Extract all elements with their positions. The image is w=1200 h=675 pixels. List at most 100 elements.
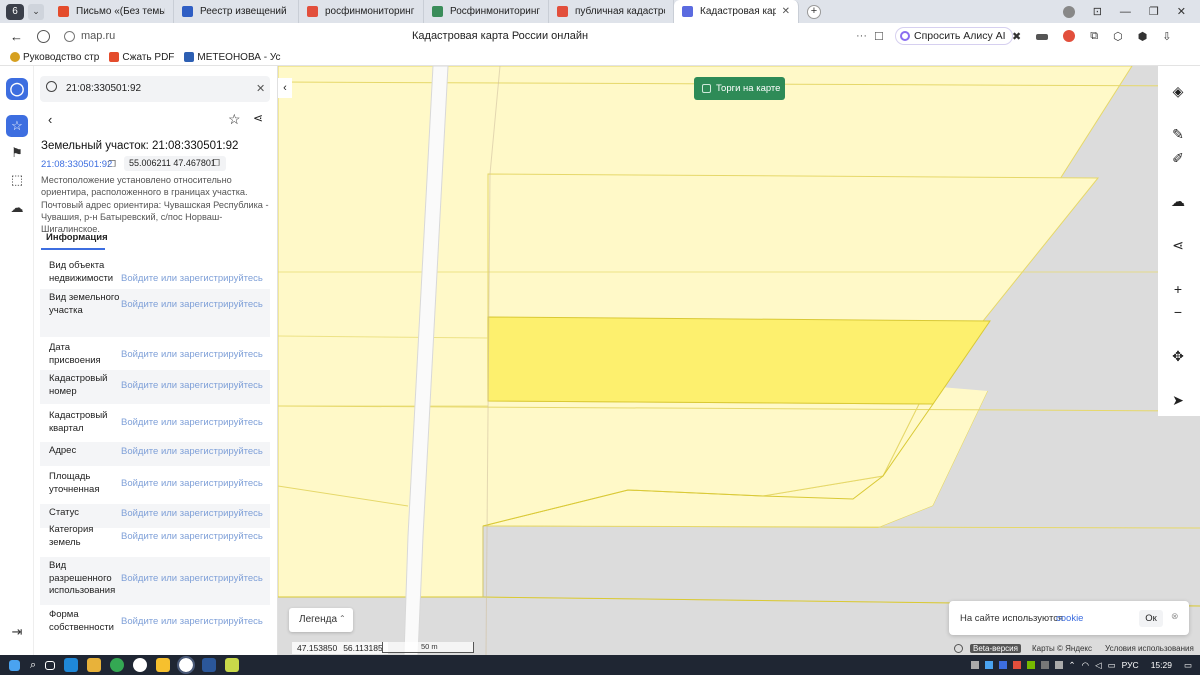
app-icon[interactable]	[87, 658, 102, 672]
locate-icon[interactable]: ➤	[1163, 385, 1193, 415]
clear-icon[interactable]: ✕	[256, 82, 265, 95]
cookie-close-icon[interactable]: ⊗	[1171, 611, 1179, 622]
tray-icon[interactable]	[998, 661, 1007, 669]
row-value-link[interactable]: Войдите или зарегистрируйтесь	[121, 446, 263, 457]
attribution[interactable]: Карты © Яндекс	[1032, 644, 1092, 653]
app-icon[interactable]	[64, 658, 79, 672]
language-indicator[interactable]: РУС	[1122, 660, 1139, 670]
layers-icon[interactable]: ◈	[1163, 76, 1193, 106]
legend-button[interactable]: Легенда ⌃	[289, 608, 353, 632]
bookmark-item[interactable]: Сжать PDF	[109, 52, 174, 63]
login-icon[interactable]: ⇥	[6, 621, 28, 643]
coords-chip[interactable]: 55.006211 47.467801 ❐	[124, 156, 226, 171]
row-value-link[interactable]: Войдите или зарегистрируйтесь	[121, 573, 263, 584]
search-icon[interactable]: ⌕	[30, 659, 36, 672]
tray-icon[interactable]	[1026, 661, 1035, 669]
bookmark-item[interactable]: Руководство стр	[10, 52, 99, 63]
row-value-link[interactable]: Войдите или зарегистрируйтесь	[121, 616, 263, 627]
task-view-icon[interactable]	[45, 660, 56, 670]
cookie-ok-button[interactable]: Ок	[1139, 610, 1163, 627]
notifications-icon[interactable]: ▭	[1184, 660, 1192, 671]
puzzle-icon[interactable]: ⧉	[1090, 30, 1098, 43]
favorite-star-icon[interactable]: ☆	[228, 111, 241, 128]
windows-start-icon[interactable]	[9, 659, 20, 671]
app-icon[interactable]	[177, 656, 196, 674]
row-value-link[interactable]: Войдите или зарегистрируйтесь	[121, 531, 263, 542]
row-value-link[interactable]: Войдите или зарегистрируйтесь	[121, 417, 263, 428]
chevron-up-icon[interactable]: ⌃	[1069, 660, 1076, 671]
app-icon[interactable]	[156, 658, 171, 672]
close-tab-icon[interactable]: ✕	[776, 6, 790, 17]
zoom-out-icon[interactable]: −	[1163, 297, 1193, 327]
share-icon[interactable]: ⋖	[253, 111, 263, 125]
row-value-link[interactable]: Войдите или зарегистрируйтесь	[121, 380, 263, 391]
copy-icon[interactable]: ❐	[108, 159, 116, 170]
extension-icon[interactable]: ⬢	[1138, 30, 1148, 43]
checkbox-icon[interactable]	[702, 84, 711, 93]
cookie-link[interactable]: cookie	[1056, 613, 1083, 624]
browser-tab[interactable]: Реестр извещений	[174, 0, 299, 23]
tray-icon[interactable]	[1040, 661, 1049, 669]
site-lock-icon[interactable]	[64, 30, 75, 42]
row-value-link[interactable]: Войдите или зарегистрируйтесь	[121, 508, 263, 519]
row-value-link[interactable]: Войдите или зарегистрируйтесь	[121, 478, 263, 489]
tray-icon[interactable]	[970, 661, 979, 669]
cloud-upload-icon[interactable]: ☁	[1163, 186, 1193, 216]
download-icon[interactable]: ⇩	[1162, 30, 1171, 43]
wifi-icon[interactable]: ◠	[1082, 660, 1089, 671]
tray-icon[interactable]	[1054, 661, 1063, 669]
app-icon[interactable]	[110, 658, 125, 672]
minimize-icon[interactable]: —	[1120, 6, 1131, 18]
browser-tab[interactable]: Кадастровая карта Ро✕	[674, 0, 799, 23]
flag-icon[interactable]: ⚑	[6, 142, 28, 164]
profile-icon[interactable]	[1062, 5, 1075, 18]
clock[interactable]: 15:29	[1151, 660, 1172, 670]
tab-information[interactable]: Информация	[41, 229, 108, 250]
browser-tab[interactable]: Письмо «(Без темы)» — с	[50, 0, 174, 23]
cloud-icon[interactable]: ☁	[6, 197, 28, 219]
url-text[interactable]: map.ru	[81, 30, 115, 42]
row-value-link[interactable]: Войдите или зарегистрируйтесь	[121, 299, 263, 310]
info-icon[interactable]	[954, 643, 963, 653]
extension-icon[interactable]	[1036, 33, 1049, 40]
app-icon[interactable]	[225, 658, 240, 672]
parcel-number-link[interactable]: 21:08:330501:92	[41, 159, 112, 170]
extension-icon[interactable]: ⬡	[1113, 30, 1123, 43]
area-select-icon[interactable]: ⬚	[6, 169, 28, 191]
search-box[interactable]: 21:08:330501:92 ✕	[40, 76, 270, 102]
volume-icon[interactable]: ◁	[1095, 660, 1102, 671]
alice-button[interactable]: Спросить Алису AI	[895, 27, 1013, 45]
bookmark-item[interactable]: МЕТЕОНОВА - Ус	[184, 52, 281, 63]
new-tab-button[interactable]: +	[807, 4, 821, 19]
browser-tab[interactable]: росфинмониторинг личн	[299, 0, 424, 23]
browser-tab[interactable]: публичная кадастровая к	[549, 0, 674, 23]
tray-icon[interactable]	[1012, 661, 1021, 669]
browser-menu-button[interactable]: 6	[6, 3, 24, 20]
close-icon[interactable]: ✕	[1177, 5, 1186, 18]
collapse-panel-button[interactable]: ‹	[278, 78, 292, 98]
extension-icon[interactable]	[1063, 29, 1076, 42]
app-logo-icon[interactable]: ◯	[6, 78, 28, 100]
edit-icon[interactable]: ✐	[1163, 143, 1193, 173]
copy-icon[interactable]: ❐	[212, 158, 220, 169]
row-value-link[interactable]: Войдите или зарегистрируйтесь	[121, 273, 263, 284]
auction-toggle[interactable]: Торги на карте	[694, 77, 785, 100]
map-canvas[interactable]: Торги на карте ‹ ◈ ✎ ✐ ☁ ⋖ + − ✥ ➤ Леген…	[278, 66, 1200, 655]
app-icon[interactable]	[202, 658, 217, 672]
back-arrow-icon[interactable]: ←	[10, 29, 23, 44]
bookmark-icon[interactable]: ⊡	[1093, 5, 1102, 18]
favorites-icon[interactable]: ☆	[6, 115, 28, 137]
share-icon[interactable]: ⋖	[1163, 230, 1193, 260]
terms-link[interactable]: Условия использования	[1105, 644, 1194, 653]
search-input[interactable]: 21:08:330501:92	[66, 83, 141, 94]
tray-icon[interactable]	[984, 661, 993, 669]
chevron-down-icon[interactable]: ⌄	[28, 3, 44, 20]
more-icon[interactable]: ···	[856, 30, 867, 42]
back-icon[interactable]: ‹	[48, 112, 52, 127]
battery-icon[interactable]: ▭	[1108, 660, 1116, 671]
row-value-link[interactable]: Войдите или зарегистрируйтесь	[121, 349, 263, 360]
beta-badge[interactable]: Beta-версия	[970, 643, 1021, 653]
maximize-icon[interactable]: ❐	[1149, 5, 1159, 18]
yandex-shield-icon[interactable]	[37, 29, 50, 43]
app-icon[interactable]	[133, 658, 148, 672]
